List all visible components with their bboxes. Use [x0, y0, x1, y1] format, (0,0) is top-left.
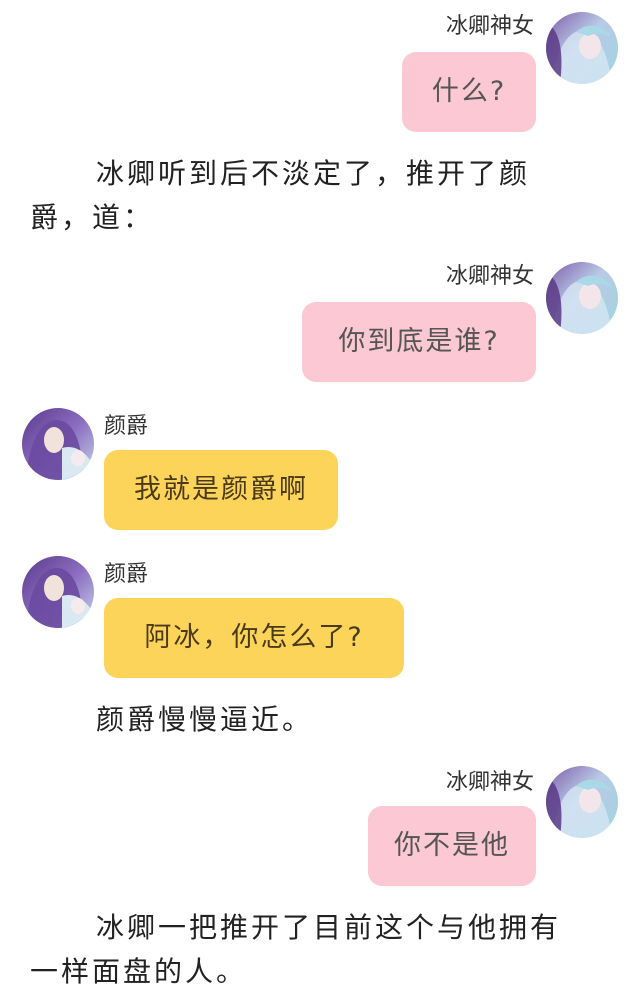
message-bubble: 我就是颜爵啊 [104, 450, 338, 530]
avatar-bingqing[interactable] [546, 12, 618, 84]
speaker-name: 冰卿神女 [445, 14, 534, 39]
message-bubble: 你不是他 [368, 806, 536, 886]
narration-paragraph: 冰卿一把推开了目前这个与他拥有 一样面盘的人。 [30, 906, 630, 994]
speaker-name: 冰卿神女 [445, 264, 534, 289]
avatar-bingqing[interactable] [546, 262, 618, 334]
message-bubble: 什么? [402, 52, 536, 132]
narration-line: 一样面盘的人。 [30, 955, 248, 988]
speaker-name: 冰卿神女 [445, 770, 534, 795]
narration-line: 爵，道： [30, 201, 155, 234]
avatar-portrait-icon [22, 556, 94, 628]
speaker-name: 颜爵 [104, 562, 149, 587]
narration-line: 冰卿一把推开了目前这个与他拥有 [96, 911, 562, 944]
narration-line: 颜爵慢慢逼近。 [96, 703, 314, 736]
narration-line: 冰卿听到后不淡定了，推开了颜 [96, 157, 531, 190]
narration-paragraph: 冰卿听到后不淡定了，推开了颜 爵，道： [30, 152, 610, 240]
avatar-portrait-icon [546, 262, 618, 334]
avatar-yanjue[interactable] [22, 556, 94, 628]
avatar-bingqing[interactable] [546, 766, 618, 838]
message-bubble: 你到底是谁? [302, 302, 536, 382]
avatar-yanjue[interactable] [22, 408, 94, 480]
avatar-portrait-icon [546, 766, 618, 838]
message-bubble: 阿冰，你怎么了? [104, 598, 404, 678]
avatar-portrait-icon [22, 408, 94, 480]
avatar-portrait-icon [546, 12, 618, 84]
speaker-name: 颜爵 [104, 414, 149, 439]
